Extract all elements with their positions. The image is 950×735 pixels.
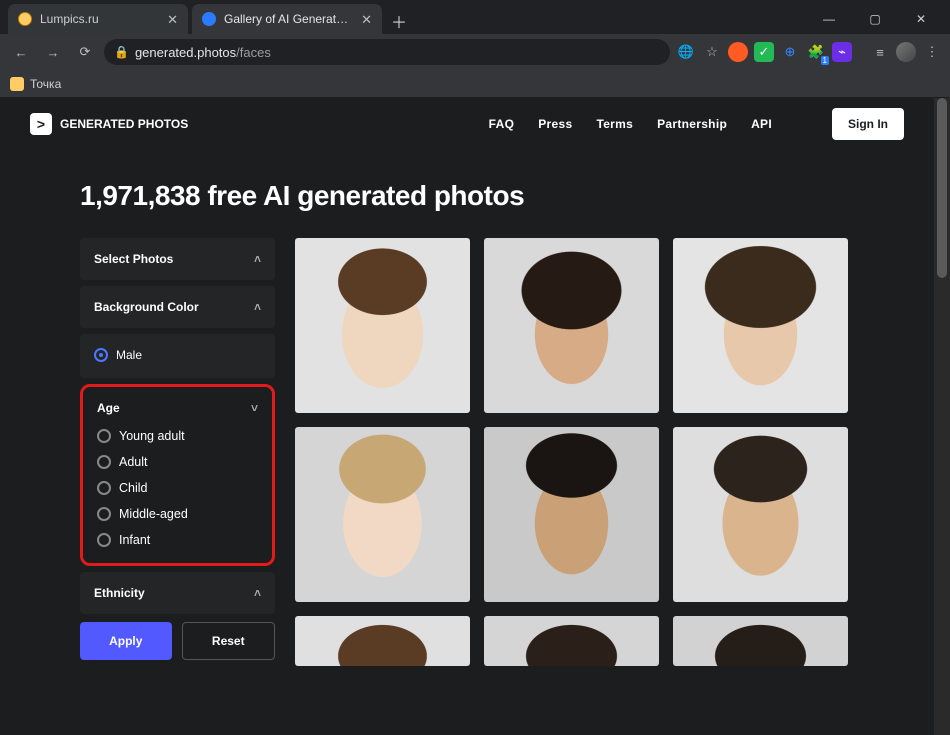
chevron-up-icon: ˄ <box>254 300 261 314</box>
gallery-photo[interactable] <box>673 616 848 666</box>
browser-toolbar: ← → ⟳ 🔒 generated.photos/faces 🌐 ☆ ✓ ⊕ 🧩… <box>0 34 950 70</box>
gallery-photo[interactable] <box>484 238 659 413</box>
logo-icon: > <box>30 113 52 135</box>
close-icon[interactable]: ✕ <box>167 13 178 26</box>
radio-child[interactable]: Child <box>93 475 262 501</box>
nav-press[interactable]: Press <box>538 117 572 131</box>
radio-male[interactable]: Male <box>94 342 261 368</box>
filter-gender-group: Male <box>80 334 275 378</box>
filter-select-photos[interactable]: Select Photos ˄ <box>80 238 275 280</box>
new-tab-button[interactable]: ＋ <box>386 8 412 34</box>
filter-ethnicity[interactable]: Ethnicity ˄ <box>80 572 275 614</box>
gallery-photo[interactable] <box>484 616 659 666</box>
gallery-photo[interactable] <box>295 238 470 413</box>
sign-in-button[interactable]: Sign In <box>832 108 904 140</box>
apply-button[interactable]: Apply <box>80 622 172 660</box>
chevron-up-icon: ˄ <box>254 586 261 600</box>
extension-orange-icon[interactable] <box>728 42 748 62</box>
page-title: 1,971,838 free AI generated photos <box>80 180 904 212</box>
nav-partnership[interactable]: Partnership <box>657 117 727 131</box>
photo-gallery <box>295 238 848 666</box>
vertical-scrollbar[interactable] <box>934 98 950 735</box>
bookmark-star-icon[interactable]: ☆ <box>702 42 722 62</box>
radio-icon <box>97 455 111 469</box>
lock-icon: 🔒 <box>114 45 129 59</box>
chevron-down-icon: ˅ <box>251 401 258 415</box>
close-icon[interactable]: ✕ <box>361 13 372 26</box>
gallery-photo[interactable] <box>673 427 848 602</box>
extension-globe-icon[interactable]: ⊕ <box>780 42 800 62</box>
radio-icon <box>97 533 111 547</box>
address-bar[interactable]: 🔒 generated.photos/faces <box>104 39 670 65</box>
extension-purple-icon[interactable]: ⌁ <box>832 42 852 62</box>
window-close-button[interactable]: ✕ <box>898 4 944 34</box>
bookmarks-bar: Точка <box>0 70 950 98</box>
radio-adult[interactable]: Adult <box>93 449 262 475</box>
filter-age-header[interactable]: Age ˅ <box>93 393 262 423</box>
radio-infant[interactable]: Infant <box>93 527 262 553</box>
tab-generated-photos[interactable]: Gallery of AI Generated Faces | G… ✕ <box>192 4 382 34</box>
filter-background-color[interactable]: Background Color ˄ <box>80 286 275 328</box>
browser-menu-button[interactable]: ⋮ <box>922 42 942 62</box>
brand-text: GENERATED PHOTOS <box>60 117 188 131</box>
radio-middle-aged[interactable]: Middle-aged <box>93 501 262 527</box>
reload-button[interactable]: ⟳ <box>72 39 98 65</box>
radio-young-adult[interactable]: Young adult <box>93 423 262 449</box>
profile-avatar[interactable] <box>896 42 916 62</box>
tab-title: Gallery of AI Generated Faces | G… <box>224 12 353 26</box>
gallery-photo[interactable] <box>484 427 659 602</box>
back-button[interactable]: ← <box>8 39 34 65</box>
tab-title: Lumpics.ru <box>40 12 159 26</box>
nav-faq[interactable]: FAQ <box>489 117 515 131</box>
bookmark-favicon <box>10 77 24 91</box>
gallery-photo[interactable] <box>673 238 848 413</box>
nav-terms[interactable]: Terms <box>596 117 633 131</box>
chevron-up-icon: ˄ <box>254 252 261 266</box>
nav-api[interactable]: API <box>751 117 772 131</box>
radio-icon <box>97 507 111 521</box>
radio-icon <box>94 348 108 362</box>
radio-icon <box>97 481 111 495</box>
tab-lumpics[interactable]: Lumpics.ru ✕ <box>8 4 188 34</box>
filters-panel: Select Photos ˄ Background Color ˄ Male <box>80 238 275 660</box>
window-maximize-button[interactable]: ▢ <box>852 4 898 34</box>
browser-tabstrip: Lumpics.ru ✕ Gallery of AI Generated Fac… <box>0 0 950 34</box>
gallery-photo[interactable] <box>295 427 470 602</box>
favicon-generated <box>202 12 216 26</box>
reading-list-icon[interactable]: ≡ <box>870 42 890 62</box>
url-text: generated.photos/faces <box>135 45 271 60</box>
brand-logo[interactable]: > GENERATED PHOTOS <box>30 113 188 135</box>
translate-icon[interactable]: 🌐 <box>676 42 696 62</box>
window-minimize-button[interactable]: ― <box>806 4 852 34</box>
extensions-button[interactable]: 🧩1 <box>806 42 826 62</box>
filter-age-group-highlight: Age ˅ Young adult Adult <box>80 384 275 566</box>
bookmark-item[interactable]: Точка <box>30 77 61 91</box>
forward-button[interactable]: → <box>40 39 66 65</box>
radio-icon <box>97 429 111 443</box>
extension-check-icon[interactable]: ✓ <box>754 42 774 62</box>
page-header: > GENERATED PHOTOS FAQ Press Terms Partn… <box>0 98 934 150</box>
gallery-photo[interactable] <box>295 616 470 666</box>
favicon-lumpics <box>18 12 32 26</box>
reset-button[interactable]: Reset <box>182 622 276 660</box>
